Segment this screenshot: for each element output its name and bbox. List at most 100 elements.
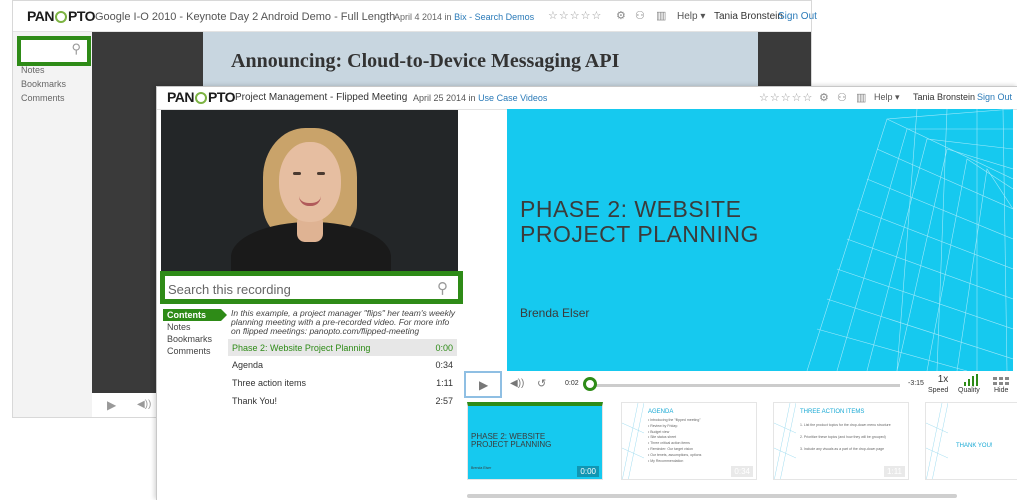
- folder-link[interactable]: Use Case Videos: [478, 93, 547, 103]
- speed-button[interactable]: 1x: [933, 374, 953, 385]
- toc-item[interactable]: Three action items 1:11: [228, 374, 457, 391]
- slide-title: PROJECT PLANNING: [520, 221, 759, 247]
- tab-contents[interactable]: Contents: [163, 309, 227, 321]
- toc-item[interactable]: Phase 2: Website Project Planning 0:00: [228, 339, 457, 356]
- slide-thumbnail[interactable]: AGENDA • Introducing the "flipped meetin…: [621, 402, 757, 480]
- gear-icon[interactable]: ⚙: [819, 91, 829, 104]
- volume-icon[interactable]: ◀)): [510, 378, 524, 389]
- presenter-video[interactable]: [161, 110, 458, 275]
- speed-label: Speed: [928, 387, 949, 394]
- play-button[interactable]: ▶: [464, 371, 502, 398]
- folder-link[interactable]: Bix - Search Demos: [454, 12, 534, 22]
- video-figure-eye: [293, 172, 301, 175]
- thumbnail-time: 0:00: [577, 466, 599, 477]
- thumbnail-heading: THANK YOU!: [956, 443, 993, 449]
- building-wireframe-graphic: [806, 109, 1013, 371]
- toc-item-title: Phase 2: Website Project Planning: [232, 343, 371, 353]
- toc-item-title: Agenda: [232, 360, 264, 370]
- toc-item[interactable]: Thank You! 2:57: [228, 392, 457, 409]
- search-input[interactable]: Search this recording ⚲: [160, 271, 463, 304]
- people-icon[interactable]: ⚇: [837, 91, 847, 104]
- thumbnail-bullet: 2. Prioritize these topics (and how they…: [800, 435, 886, 439]
- rewind-10-icon[interactable]: ↺: [537, 377, 546, 390]
- session-title: Google I-O 2010 - Keynote Day 2 Android …: [95, 11, 396, 23]
- thumbnail-bullet: • Introducing the "flipped meeting": [648, 418, 701, 422]
- play-icon[interactable]: ▶: [107, 398, 116, 412]
- nav-bookmarks[interactable]: Bookmarks: [21, 77, 66, 91]
- quality-label: Quality: [958, 387, 980, 394]
- thumbnail-heading: THREE ACTION ITEMS: [800, 409, 865, 415]
- background-search-input[interactable]: ⚲: [17, 36, 91, 66]
- panopto-logo[interactable]: PAN PTO: [27, 8, 96, 24]
- panopto-logo[interactable]: PAN PTO: [167, 89, 236, 105]
- thumbnail-time: 0:34: [731, 466, 753, 477]
- video-figure-face: [279, 142, 341, 222]
- tab-notes[interactable]: Notes: [167, 322, 191, 332]
- sign-out-link[interactable]: Sign Out: [778, 11, 817, 22]
- nav-notes[interactable]: Notes: [21, 63, 66, 77]
- rating-stars[interactable]: ☆☆☆☆☆: [548, 9, 602, 22]
- stats-icon[interactable]: ▥: [856, 91, 866, 104]
- toc-item[interactable]: Agenda 0:34: [228, 356, 457, 373]
- toc-item-time: 1:11: [436, 378, 453, 388]
- tab-bookmarks[interactable]: Bookmarks: [167, 334, 212, 344]
- hide-label: Hide: [994, 387, 1009, 394]
- rating-stars[interactable]: ☆☆☆☆☆: [759, 91, 813, 104]
- session-date: April 4 2014 in Bix - Search Demos: [394, 12, 535, 22]
- search-placeholder: Search this recording: [168, 282, 291, 297]
- user-name: Tania Bronstein: [714, 11, 783, 22]
- thumbnail-wireframe-graphic: [622, 403, 644, 479]
- progress-track[interactable]: [587, 384, 900, 387]
- stats-icon[interactable]: ▥: [656, 9, 666, 22]
- toc-item-time: 2:57: [435, 396, 453, 406]
- help-menu[interactable]: Help ▾: [677, 11, 705, 22]
- background-nav: Notes Bookmarks Comments: [21, 63, 66, 105]
- thumbnail-scrollbar[interactable]: [467, 494, 957, 498]
- thumbnail-bullet: • Reminder: Our target vision: [648, 447, 693, 451]
- elapsed-time: 0:02: [565, 380, 579, 387]
- thumbnail-title: PROJECT PLANNING: [471, 440, 552, 449]
- thumbnail-bullet: 1. List the product topics for the drop-…: [800, 423, 891, 427]
- thumbnail-wireframe-graphic: [774, 403, 796, 479]
- player-controls: ▶ ◀)) ↺ 0:02 -3:15 1x Speed Quality Hide: [462, 371, 1017, 399]
- toc-item-time: 0:00: [435, 343, 453, 353]
- people-icon[interactable]: ⚇: [635, 9, 645, 22]
- quality-icon[interactable]: [964, 374, 978, 386]
- thumbnail-bullet: • Site status sheet: [648, 435, 677, 439]
- main-slide[interactable]: PHASE 2: WEBSITE PROJECT PLANNING Brenda…: [507, 109, 1013, 371]
- thumbnail-time: 1:11: [884, 466, 905, 477]
- thumbnail-bullet: • Budget view: [648, 430, 670, 434]
- toc-item-title: Three action items: [232, 378, 307, 388]
- user-name: Tania Bronstein: [913, 92, 976, 102]
- search-icon[interactable]: ⚲: [71, 41, 81, 57]
- nav-comments[interactable]: Comments: [21, 91, 66, 105]
- progress-handle[interactable]: [583, 377, 598, 391]
- slide-thumbnail-selected[interactable]: PHASE 2: WEBSITE PROJECT PLANNING Brenda…: [467, 402, 603, 480]
- toc-item-title: Thank You!: [232, 396, 278, 406]
- thumbnail-bullet: • Review by Friday:: [648, 424, 679, 428]
- thumbnail-bullet: • Three critical action items: [648, 441, 690, 445]
- thumbnail-bullet: 3. Include any visuals as a part of the …: [800, 447, 885, 451]
- thumbnail-bullet: • Our tenets, assumptions, options: [648, 453, 702, 457]
- logo-ring-icon: [195, 92, 208, 104]
- slide-author: Brenda Elser: [520, 306, 590, 320]
- play-icon: ▶: [479, 378, 489, 392]
- video-figure-eye: [317, 172, 325, 175]
- slide-thumbnail[interactable]: THREE ACTION ITEMS 1. List the product t…: [773, 402, 909, 480]
- hide-thumbnails-icon[interactable]: [993, 377, 1009, 385]
- remaining-time: -3:15: [908, 380, 924, 387]
- sign-out-link[interactable]: Sign Out: [977, 92, 1012, 102]
- search-icon[interactable]: ⚲: [437, 279, 448, 297]
- volume-icon[interactable]: ◀)): [137, 399, 151, 410]
- slide-title: PHASE 2: WEBSITE: [520, 196, 742, 222]
- thumbnail-wireframe-graphic: [926, 403, 948, 479]
- thumbnail-heading: AGENDA: [648, 409, 674, 415]
- session-title: Project Management - Flipped Meeting: [235, 92, 408, 103]
- slide-thumbnail[interactable]: THANK YOU!: [925, 402, 1017, 480]
- logo-ring-icon: [55, 11, 68, 23]
- toc-item-time: 0:34: [435, 360, 453, 370]
- help-menu[interactable]: Help ▾: [874, 92, 900, 103]
- gear-icon[interactable]: ⚙: [616, 9, 626, 22]
- thumbnail-bullet: • My Recommendation: [648, 459, 684, 463]
- tab-comments[interactable]: Comments: [167, 346, 211, 356]
